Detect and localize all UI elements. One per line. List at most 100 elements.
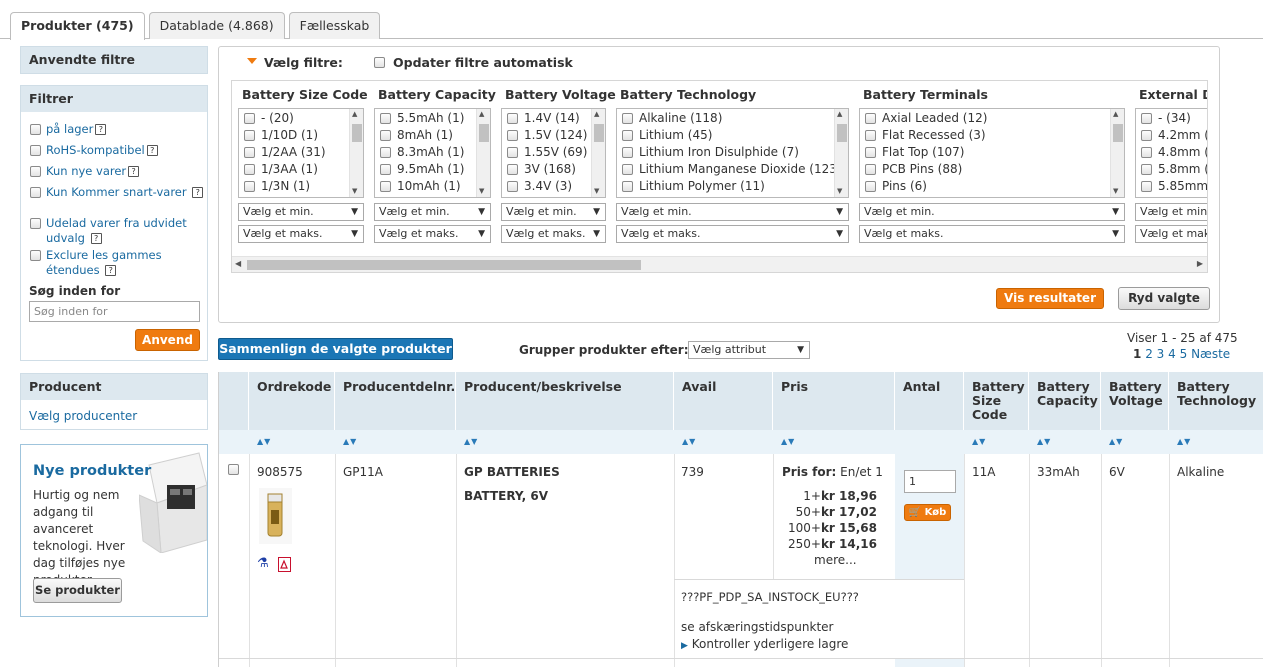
page-4[interactable]: 4 xyxy=(1168,347,1176,361)
sort-arrows-icon[interactable]: ▲▼ xyxy=(1109,437,1123,446)
max-select[interactable]: Vælg et maks. ▼ xyxy=(238,225,364,243)
sort-arrows-icon[interactable]: ▲▼ xyxy=(972,437,986,446)
product-description-link[interactable]: BATTERY, 6V xyxy=(464,489,548,503)
filter-exclude-gammes-checkbox[interactable] xyxy=(30,250,41,261)
quantity-input[interactable]: 1 xyxy=(904,470,956,493)
help-icon[interactable]: ? xyxy=(105,265,117,276)
max-select[interactable]: Vælg et maks. ▼ xyxy=(374,225,491,243)
battery-voltage-list[interactable]: 1.4V (14) 1.5V (124) 1.55V (69) 3V (168)… xyxy=(501,108,606,198)
page-5[interactable]: 5 xyxy=(1180,347,1188,361)
column-header[interactable]: Producent/beskrivelse xyxy=(456,372,674,430)
battery-terminals-list[interactable]: Axial Leaded (12) Flat Recessed (3) Flat… xyxy=(859,108,1125,198)
min-select[interactable]: Vælg et min. ▼ xyxy=(501,203,606,221)
choose-producers-link[interactable]: Vælg producenter xyxy=(29,409,137,423)
group-by-select[interactable]: Vælg attribut ▼ xyxy=(688,341,810,359)
sort-arrows-icon[interactable]: ▲▼ xyxy=(464,437,478,446)
scroll-thumb[interactable] xyxy=(247,260,641,270)
see-products-button[interactable]: Se produkter xyxy=(33,578,122,603)
flask-icon[interactable]: ⚗ xyxy=(257,556,269,571)
help-icon[interactable]: ? xyxy=(128,166,140,177)
price-break: 100+kr 15,68 xyxy=(787,521,877,535)
column-header[interactable]: Antal xyxy=(895,372,964,430)
sort-arrows-icon[interactable]: ▲▼ xyxy=(1177,437,1191,446)
more-prices-link[interactable]: mere... xyxy=(814,553,857,567)
min-select[interactable]: Vælg et min. xyxy=(1135,203,1207,221)
product-image[interactable] xyxy=(259,488,292,544)
filter-coming-soon-checkbox[interactable] xyxy=(30,187,41,198)
search-within-input[interactable]: Søg inden for xyxy=(29,301,200,322)
sort-arrows-icon[interactable]: ▲▼ xyxy=(682,437,696,446)
scroll-left-icon[interactable]: ◀ xyxy=(235,259,241,268)
part-number-link[interactable]: GP11A xyxy=(343,465,383,479)
show-results-button[interactable]: Vis resultater xyxy=(996,288,1104,309)
tab-products[interactable]: Produkter (475) xyxy=(10,12,145,40)
auto-update-checkbox[interactable] xyxy=(374,57,385,68)
filter-panel-title: Filtrer xyxy=(21,86,207,112)
help-icon[interactable]: ? xyxy=(90,233,102,244)
dropdown-arrow-icon: ▼ xyxy=(351,229,358,239)
order-code-link[interactable]: 908575 xyxy=(257,465,303,479)
buy-button[interactable]: 🛒 Køb xyxy=(904,504,951,521)
sort-arrows-icon[interactable]: ▲▼ xyxy=(343,437,357,446)
column-header[interactable]: Battery Technology xyxy=(1169,372,1263,430)
max-select[interactable]: Vælg et maks. xyxy=(1135,225,1207,243)
min-select[interactable]: Vælg et min. ▼ xyxy=(238,203,364,221)
pdf-icon[interactable] xyxy=(278,557,291,572)
max-select[interactable]: Vælg et maks. ▼ xyxy=(616,225,849,243)
page-3[interactable]: 3 xyxy=(1157,347,1165,361)
help-icon[interactable]: ? xyxy=(192,187,204,198)
next-page-link[interactable]: Næste xyxy=(1191,347,1230,361)
compare-products-button[interactable]: Sammenlign de valgte produkter xyxy=(218,338,453,360)
filter-columns: Battery Size Code - (20) 1/10D (1) 1/2AA… xyxy=(231,80,1208,273)
scroll-right-icon[interactable]: ▶ xyxy=(1197,259,1203,268)
max-select[interactable]: Vælg et maks. ▼ xyxy=(501,225,606,243)
tab-datasheets[interactable]: Datablade (4.868) xyxy=(148,12,285,39)
dropdown-arrow-icon: ▼ xyxy=(1112,229,1119,239)
column-header[interactable]: Avail xyxy=(674,372,773,430)
dropdown-arrow-icon: ▼ xyxy=(478,229,485,239)
apply-button[interactable]: Anvend xyxy=(135,329,200,351)
help-icon[interactable]: ? xyxy=(95,124,107,135)
max-select[interactable]: Vælg et maks. ▼ xyxy=(859,225,1125,243)
filter-exclude-extended-checkbox[interactable] xyxy=(30,218,41,229)
external-diameter-list[interactable]: - (34) 4.2mm ( 4.8mm ( 5.8mm ( 5.85mm xyxy=(1135,108,1207,198)
sort-arrows-icon[interactable]: ▲▼ xyxy=(1037,437,1051,446)
dropdown-arrow-icon: ▼ xyxy=(836,229,843,239)
page-2[interactable]: 2 xyxy=(1145,347,1153,361)
column-header[interactable]: Battery Capacity xyxy=(1029,372,1101,430)
group-by-label: Grupper produkter efter: xyxy=(519,343,689,357)
list-scrollbar[interactable]: ▲ ▼ xyxy=(591,109,605,197)
filter-new-only-checkbox[interactable] xyxy=(30,166,41,177)
column-header[interactable]: Battery Size Code xyxy=(964,372,1029,430)
list-scrollbar[interactable]: ▲ ▼ xyxy=(349,109,363,197)
min-select[interactable]: Vælg et min. ▼ xyxy=(616,203,849,221)
battery-size-code-list[interactable]: - (20) 1/10D (1) 1/2AA (31) 1/3AA (1) 1/… xyxy=(238,108,364,198)
battery-capacity-list[interactable]: 5.5mAh (1) 8mAh (1) 8.3mAh (1) 9.5mAh (1… xyxy=(374,108,491,198)
column-header[interactable]: Ordrekode xyxy=(249,372,335,430)
clear-selection-button[interactable]: Ryd valgte xyxy=(1118,287,1210,310)
collapse-triangle-icon[interactable] xyxy=(247,58,257,64)
battery-technology-list[interactable]: Alkaline (118) Lithium (45) Lithium Iron… xyxy=(616,108,849,198)
list-scrollbar[interactable]: ▲ ▼ xyxy=(476,109,490,197)
column-header[interactable]: Producentdelnr. xyxy=(335,372,456,430)
filter-rohs-checkbox[interactable] xyxy=(30,145,41,156)
min-select[interactable]: Vælg et min. ▼ xyxy=(374,203,491,221)
sort-arrows-icon[interactable]: ▲▼ xyxy=(257,437,271,446)
column-header[interactable]: Battery Voltage xyxy=(1101,372,1169,430)
select-column-header xyxy=(219,372,249,430)
choose-filters-label: Vælg filtre: xyxy=(264,55,343,70)
list-scrollbar[interactable]: ▲ ▼ xyxy=(834,109,848,197)
page-1[interactable]: 1 xyxy=(1133,347,1141,361)
check-stores-link[interactable]: ▶ Kontroller yderligere lagre xyxy=(681,637,848,651)
auto-update-label: Opdater filtre automatisk xyxy=(393,55,573,70)
tab-community[interactable]: Fællesskab xyxy=(288,12,381,39)
list-scrollbar[interactable]: ▲ ▼ xyxy=(1110,109,1124,197)
filter-in-stock-checkbox[interactable] xyxy=(30,124,41,135)
row-select-checkbox[interactable] xyxy=(228,464,239,475)
min-select[interactable]: Vælg et min. ▼ xyxy=(859,203,1125,221)
cutoff-times-link[interactable]: se afskæringstidspunkter xyxy=(681,620,833,634)
filters-horizontal-scrollbar[interactable]: ◀ ▶ xyxy=(232,256,1207,272)
help-icon[interactable]: ? xyxy=(146,145,158,156)
sort-arrows-icon[interactable]: ▲▼ xyxy=(781,437,795,446)
column-header[interactable]: Pris xyxy=(773,372,895,430)
